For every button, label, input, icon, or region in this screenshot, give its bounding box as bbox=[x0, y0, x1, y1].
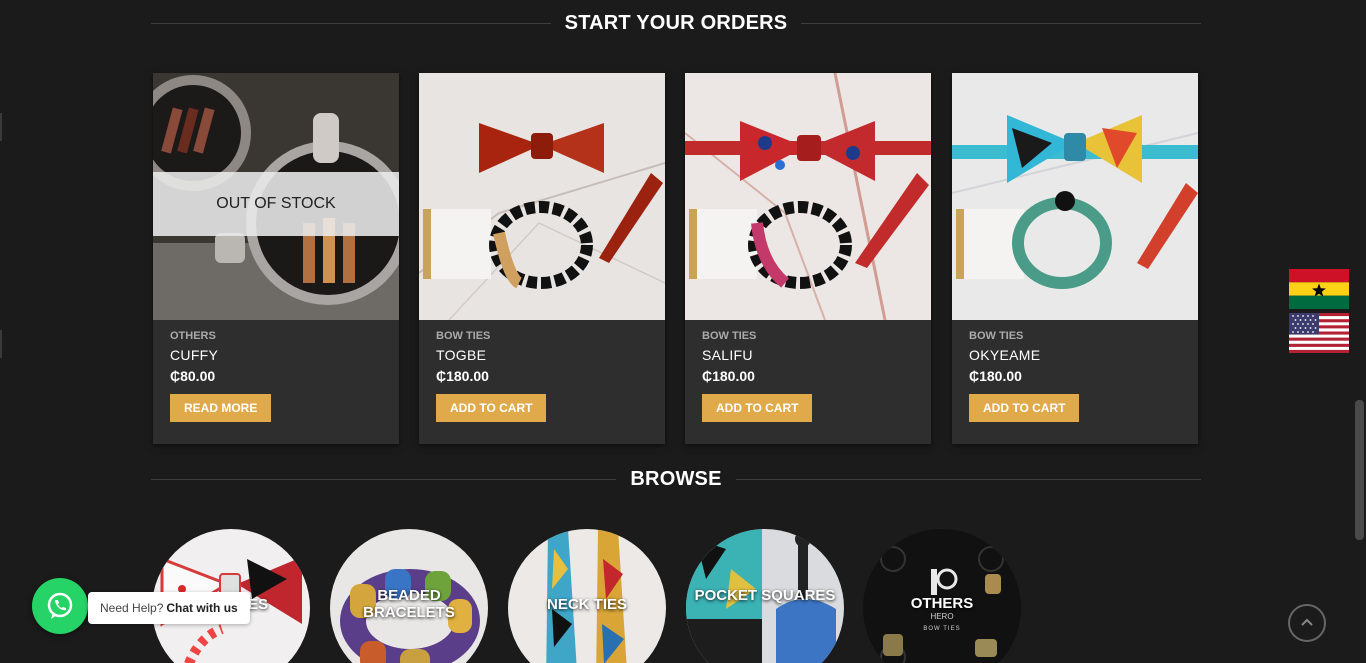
category-pocket-squares[interactable]: POCKET SQUARES bbox=[686, 529, 844, 663]
product-image-cufflinks[interactable]: OUT OF STOCK bbox=[153, 73, 399, 320]
add-to-cart-button[interactable]: ADD TO CART bbox=[702, 394, 813, 422]
browse-section-heading: BROWSE bbox=[151, 467, 1202, 491]
category-label[interactable]: NECK TIES bbox=[508, 596, 666, 613]
product-card[interactable]: BOW TIES OKYEAME ₵180.00 ADD TO CART bbox=[952, 73, 1198, 444]
whatsapp-chat-bubble[interactable]: Need Help? Chat with us bbox=[88, 592, 250, 624]
category-neck-ties[interactable]: NECK TIES bbox=[508, 529, 666, 663]
heading-divider bbox=[151, 478, 617, 480]
category-beaded-bracelets[interactable]: BEADED BRACELETS bbox=[330, 529, 488, 663]
out-of-stock-label: OUT OF STOCK bbox=[216, 195, 336, 212]
category-label[interactable]: POCKET SQUARES bbox=[686, 587, 844, 604]
product-name[interactable]: CUFFY bbox=[170, 347, 399, 363]
product-category[interactable]: OTHERS bbox=[170, 330, 399, 342]
product-info: BOW TIES TOGBE ₵180.00 ADD TO CART bbox=[419, 320, 665, 422]
product-price: ₵180.00 bbox=[702, 368, 755, 384]
product-category[interactable]: BOW TIES bbox=[702, 330, 931, 342]
product-price: ₵80.00 bbox=[170, 368, 216, 384]
category-label[interactable]: BEADED BRACELETS bbox=[330, 587, 488, 621]
product-name[interactable]: SALIFU bbox=[702, 347, 931, 363]
whatsapp-chat-button[interactable] bbox=[32, 578, 88, 634]
page-edge-mark bbox=[0, 330, 2, 358]
others-logo-subtitle: BOW TIES bbox=[923, 626, 960, 632]
others-logo-text: HERO bbox=[930, 612, 953, 621]
chevron-up-icon bbox=[1301, 618, 1313, 626]
usa-flag-icon[interactable] bbox=[1289, 313, 1349, 353]
page-edge-mark bbox=[0, 113, 2, 141]
add-to-cart-button[interactable]: ADD TO CART bbox=[969, 394, 1080, 422]
product-card[interactable]: BOW TIES TOGBE ₵180.00 ADD TO CART bbox=[419, 73, 665, 444]
product-image-bowtie-multicolor[interactable] bbox=[952, 73, 1198, 320]
product-info: BOW TIES SALIFU ₵180.00 ADD TO CART bbox=[685, 320, 931, 422]
scrollbar-thumb[interactable] bbox=[1355, 400, 1364, 540]
category-label[interactable]: OTHERS bbox=[863, 595, 1021, 612]
heading-divider bbox=[151, 22, 551, 24]
page-scrollbar[interactable] bbox=[1352, 0, 1366, 663]
out-of-stock-badge: OUT OF STOCK bbox=[153, 172, 399, 236]
product-name[interactable]: OKYEAME bbox=[969, 347, 1198, 363]
product-info: OTHERS CUFFY ₵80.00 READ MORE bbox=[153, 320, 399, 422]
read-more-button[interactable]: READ MORE bbox=[170, 394, 272, 422]
product-category[interactable]: BOW TIES bbox=[969, 330, 1198, 342]
product-card[interactable]: BOW TIES SALIFU ₵180.00 ADD TO CART bbox=[685, 73, 931, 444]
product-grid: OUT OF STOCK OTHERS CUFFY ₵80.00 READ MO… bbox=[153, 73, 1199, 444]
product-category[interactable]: BOW TIES bbox=[436, 330, 665, 342]
product-price: ₵180.00 bbox=[436, 368, 489, 384]
category-others[interactable]: HERO BOW TIES OTHERS bbox=[863, 529, 1021, 663]
whatsapp-icon bbox=[47, 592, 73, 619]
heading-divider bbox=[801, 22, 1201, 24]
chat-prompt: Need Help? bbox=[100, 601, 164, 615]
product-name[interactable]: TOGBE bbox=[436, 347, 665, 363]
orders-section-heading: START YOUR ORDERS bbox=[151, 11, 1201, 35]
heading-divider bbox=[735, 478, 1202, 480]
browse-title: BROWSE bbox=[630, 467, 722, 490]
ghana-flag-icon[interactable] bbox=[1289, 269, 1349, 309]
product-info: BOW TIES OKYEAME ₵180.00 ADD TO CART bbox=[952, 320, 1198, 422]
product-card[interactable]: OUT OF STOCK OTHERS CUFFY ₵80.00 READ MO… bbox=[153, 73, 399, 444]
chat-cta[interactable]: Chat with us bbox=[166, 601, 237, 615]
product-image-bowtie-red[interactable] bbox=[419, 73, 665, 320]
product-price: ₵180.00 bbox=[969, 368, 1022, 384]
back-to-top-button[interactable] bbox=[1288, 604, 1326, 642]
orders-title: START YOUR ORDERS bbox=[564, 11, 788, 34]
product-image-bowtie-red-blue[interactable] bbox=[685, 73, 931, 320]
add-to-cart-button[interactable]: ADD TO CART bbox=[436, 394, 547, 422]
